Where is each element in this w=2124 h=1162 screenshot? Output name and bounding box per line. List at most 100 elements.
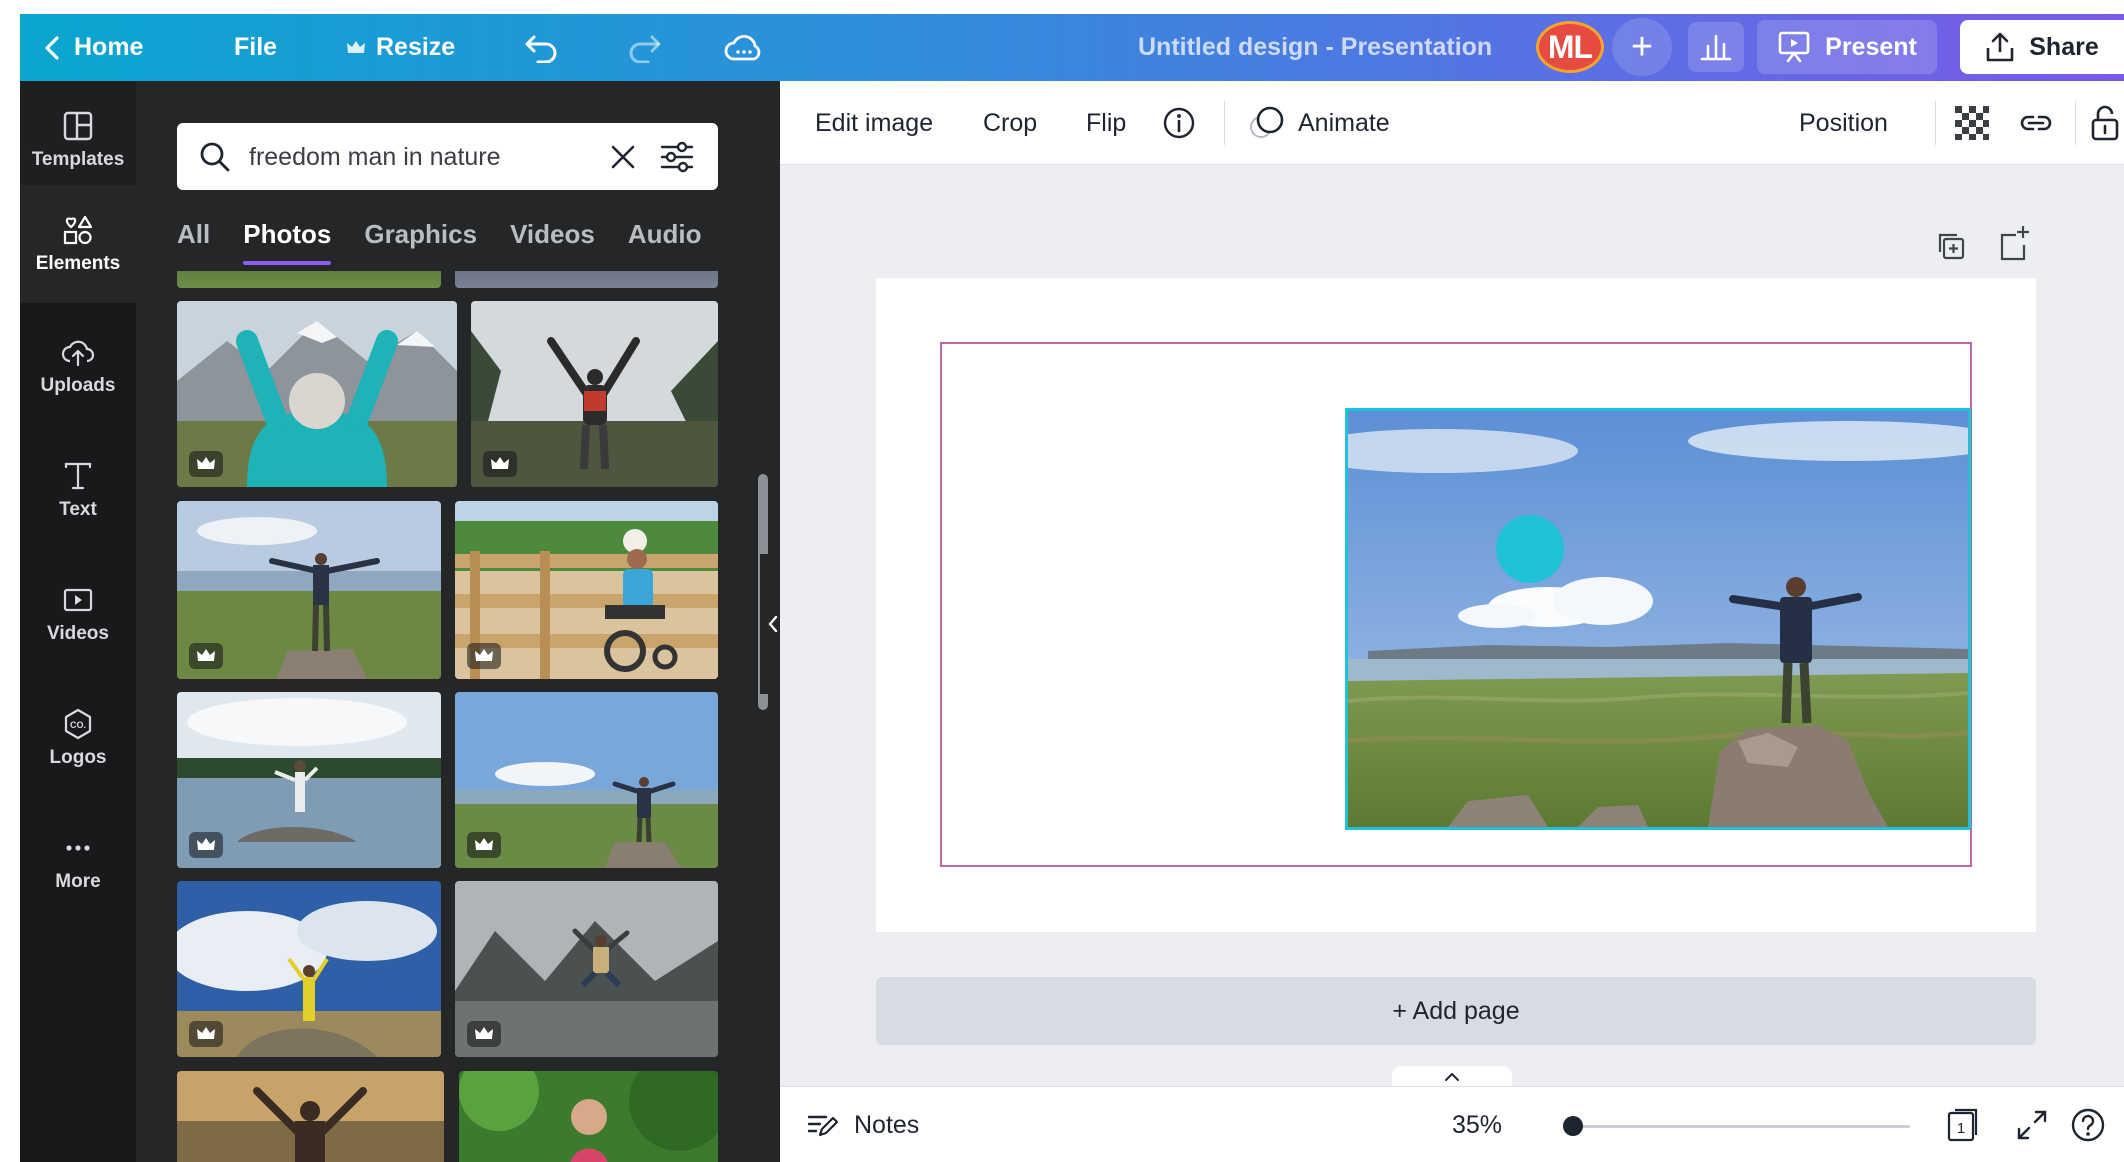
animate-label: Animate bbox=[1298, 108, 1390, 137]
zoom-slider-track[interactable] bbox=[1566, 1125, 1910, 1128]
bottom-bar: Notes 35% 1 bbox=[780, 1086, 2124, 1162]
rail-item-more[interactable]: More bbox=[20, 803, 136, 921]
photo-thumbnail[interactable] bbox=[459, 1071, 718, 1162]
rail-item-text[interactable]: Text bbox=[20, 431, 136, 549]
present-button[interactable]: Present bbox=[1757, 20, 1937, 74]
rail-item-logos[interactable]: CO. Logos bbox=[20, 679, 136, 797]
photo-man-sunset bbox=[177, 1071, 444, 1162]
filter-sliders-icon[interactable] bbox=[659, 139, 695, 175]
home-button[interactable]: Home bbox=[42, 14, 143, 81]
tab-audio[interactable]: Audio bbox=[628, 209, 702, 259]
logos-icon: CO. bbox=[64, 708, 92, 740]
redo-button[interactable] bbox=[626, 14, 662, 81]
crown-icon bbox=[197, 457, 215, 469]
crown-icon bbox=[197, 1027, 215, 1039]
zoom-slider-knob[interactable] bbox=[1562, 1116, 1583, 1136]
resize-button[interactable]: Resize bbox=[346, 14, 455, 81]
rail-label: More bbox=[55, 871, 101, 892]
share-upload-icon bbox=[1986, 32, 2014, 62]
selection-handle[interactable] bbox=[1496, 515, 1564, 583]
zoom-level[interactable]: 35% bbox=[1452, 1087, 1502, 1162]
add-page-button[interactable]: + Add page bbox=[876, 977, 2036, 1045]
save-status-button[interactable] bbox=[724, 14, 764, 81]
animate-button[interactable]: Animate bbox=[1248, 81, 1390, 165]
premium-badge bbox=[189, 832, 223, 858]
link-button[interactable] bbox=[2018, 81, 2054, 165]
chevron-left-icon bbox=[45, 35, 59, 60]
slide-page[interactable] bbox=[876, 278, 2036, 932]
photo-thumbnail[interactable] bbox=[177, 271, 441, 288]
show-pages-button[interactable] bbox=[1392, 1066, 1512, 1088]
photo-woman-greenery bbox=[459, 1071, 718, 1162]
crown-icon bbox=[475, 838, 493, 850]
premium-badge bbox=[467, 1021, 501, 1047]
rail-label: Templates bbox=[31, 149, 125, 170]
photo-thumbnail[interactable] bbox=[177, 501, 441, 679]
close-icon[interactable] bbox=[607, 141, 639, 173]
rail-item-elements[interactable]: Elements bbox=[20, 185, 136, 303]
info-button[interactable] bbox=[1162, 81, 1196, 165]
home-label: Home bbox=[74, 33, 144, 61]
duplicate-page-button[interactable] bbox=[1934, 229, 1968, 263]
fullscreen-button[interactable] bbox=[2016, 1087, 2048, 1162]
crop-button[interactable]: Crop bbox=[983, 81, 1037, 165]
photo-thumbnail[interactable] bbox=[455, 881, 718, 1057]
insights-button[interactable] bbox=[1688, 22, 1744, 72]
photo-thumbnail[interactable] bbox=[471, 301, 718, 487]
rail-label: Logos bbox=[49, 747, 107, 768]
transparency-button[interactable] bbox=[1955, 81, 1989, 165]
photo-thumbnail[interactable] bbox=[177, 301, 457, 487]
photo-thumbnail[interactable] bbox=[455, 501, 718, 679]
info-icon bbox=[1163, 107, 1195, 139]
video-icon bbox=[63, 588, 93, 612]
tab-graphics[interactable]: Graphics bbox=[364, 209, 477, 259]
top-bar: Home File Resize Untitled design - Prese… bbox=[20, 14, 2124, 81]
search-input[interactable] bbox=[249, 137, 579, 177]
premium-badge bbox=[467, 832, 501, 858]
redo-icon bbox=[629, 35, 661, 63]
photo-thumbnail[interactable] bbox=[177, 881, 441, 1057]
crown-icon bbox=[475, 649, 493, 661]
rail-label: Videos bbox=[47, 623, 109, 644]
editor-area: Edit image Crop Flip Animate Position + … bbox=[780, 81, 2124, 1162]
design-title[interactable]: Untitled design - Presentation bbox=[1138, 14, 1492, 81]
file-menu[interactable]: File bbox=[234, 14, 277, 81]
avatar[interactable]: ML bbox=[1536, 21, 1604, 73]
duplicate-page-icon bbox=[1938, 233, 1965, 260]
toolbar-divider bbox=[2075, 101, 2076, 145]
crown-icon bbox=[475, 1027, 493, 1039]
add-collaborator-button[interactable]: + bbox=[1612, 18, 1672, 76]
photo-thumbnail[interactable] bbox=[177, 692, 441, 868]
position-button[interactable]: Position bbox=[1799, 81, 1888, 165]
rail-item-uploads[interactable]: Uploads bbox=[20, 307, 136, 425]
lock-button[interactable] bbox=[2090, 81, 2120, 165]
share-button[interactable]: Share bbox=[1960, 20, 2124, 74]
premium-badge bbox=[189, 1021, 223, 1047]
add-page-icon-button[interactable] bbox=[1996, 223, 2030, 261]
selected-image[interactable] bbox=[1345, 408, 1971, 830]
flip-button[interactable]: Flip bbox=[1086, 81, 1126, 165]
page-count-button[interactable]: 1 bbox=[1946, 1087, 1980, 1162]
link-icon bbox=[2020, 115, 2052, 131]
photo-thumbnail[interactable] bbox=[455, 271, 718, 288]
photo-results bbox=[177, 271, 718, 1162]
toolbar-divider bbox=[1224, 101, 1225, 145]
presentation-icon bbox=[1778, 31, 1810, 63]
undo-button[interactable] bbox=[524, 14, 560, 81]
rail-item-templates[interactable]: Templates bbox=[20, 81, 136, 199]
notes-button[interactable]: Notes bbox=[806, 1087, 919, 1162]
tab-all[interactable]: All bbox=[177, 209, 210, 259]
help-icon bbox=[2071, 1108, 2105, 1142]
photo-thumbnail[interactable] bbox=[455, 692, 718, 868]
photo-thumbnail[interactable] bbox=[177, 1071, 444, 1162]
pages-icon: 1 bbox=[1947, 1108, 1978, 1142]
rail-label: Text bbox=[59, 499, 97, 520]
tab-videos[interactable]: Videos bbox=[510, 209, 595, 259]
more-dots-icon bbox=[66, 845, 90, 851]
rail-item-videos[interactable]: Videos bbox=[20, 555, 136, 673]
chevron-left-icon bbox=[768, 615, 778, 633]
tab-photos[interactable]: Photos bbox=[243, 209, 332, 265]
edit-image-button[interactable]: Edit image bbox=[815, 81, 933, 165]
cloud-sync-icon bbox=[724, 34, 761, 60]
help-button[interactable] bbox=[2070, 1087, 2106, 1162]
